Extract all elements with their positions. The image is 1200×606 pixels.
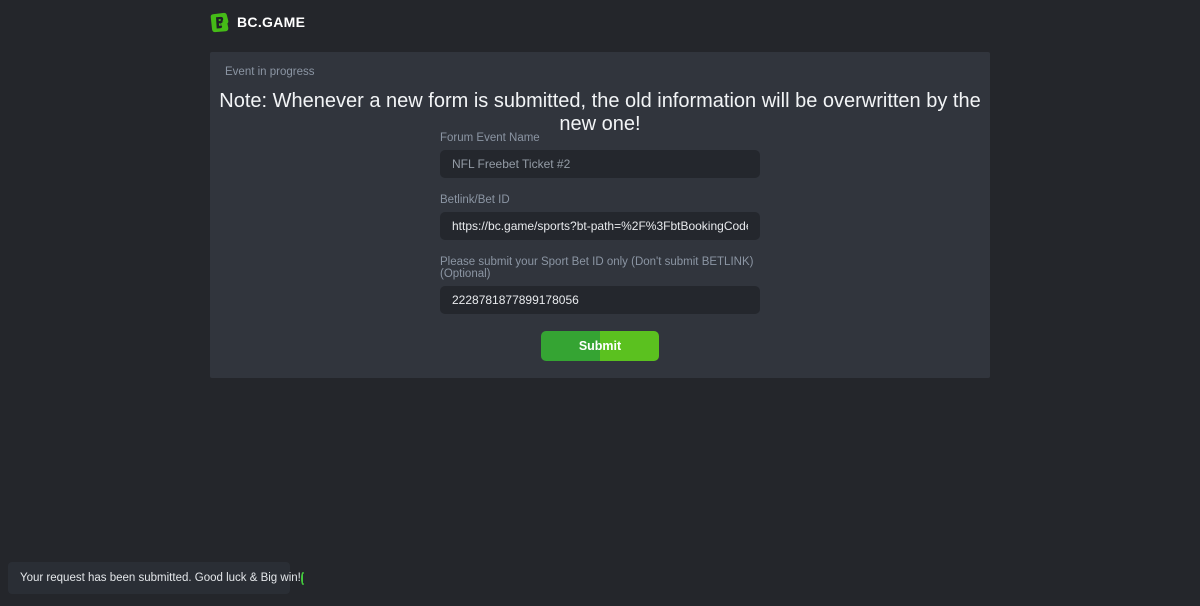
field-forum-event-name: Forum Event Name	[440, 132, 760, 178]
event-status-text: Event in progress	[225, 66, 315, 78]
toast-message: Your request has been submitted. Good lu…	[20, 572, 301, 584]
submit-button[interactable]: Submit	[541, 331, 659, 361]
forum-event-name-label: Forum Event Name	[440, 132, 760, 144]
field-sport-bet-id: Please submit your Sport Bet ID only (Do…	[440, 256, 760, 314]
note-heading: Note: Whenever a new form is submitted, …	[210, 90, 990, 136]
brand-logo-group[interactable]: BC.GAME	[209, 12, 305, 33]
forum-event-name-input[interactable]	[440, 150, 760, 178]
event-form-panel: Event in progress Note: Whenever a new f…	[210, 52, 990, 378]
bcgame-logo-icon	[209, 12, 230, 33]
sport-bet-id-input[interactable]	[440, 286, 760, 314]
submission-toast: Your request has been submitted. Good lu…	[8, 562, 290, 594]
betlink-bet-id-label: Betlink/Bet ID	[440, 194, 760, 206]
field-betlink-bet-id: Betlink/Bet ID	[440, 194, 760, 240]
loading-spinner-icon	[301, 572, 305, 585]
submit-row: Submit	[440, 331, 760, 361]
event-form: Forum Event Name Betlink/Bet ID Please s…	[440, 132, 760, 361]
top-header: BC.GAME	[0, 0, 1200, 44]
betlink-bet-id-input[interactable]	[440, 212, 760, 240]
brand-name: BC.GAME	[237, 14, 305, 30]
sport-bet-id-label: Please submit your Sport Bet ID only (Do…	[440, 256, 760, 280]
